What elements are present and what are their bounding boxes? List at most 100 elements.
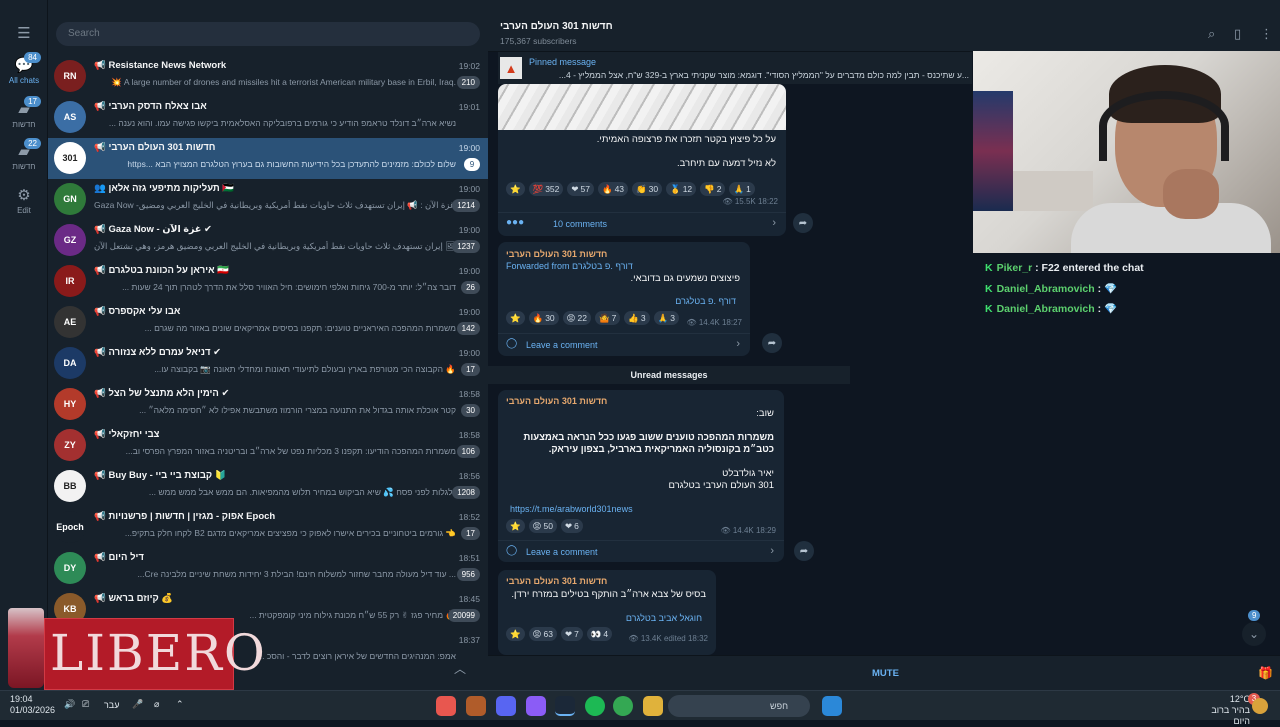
reaction-chip[interactable]: 👍 3 bbox=[624, 311, 650, 325]
signature-link[interactable]: דורף .פ בטלגרם bbox=[675, 296, 736, 306]
message-bubble[interactable]: חדשות 301 העולם הערבי Forwarded from דור… bbox=[498, 242, 750, 356]
reaction-chip[interactable]: ⭐ bbox=[506, 519, 525, 533]
chat-item[interactable]: ZY 📢 צבי יחזקאלי 18:58 משמרות המהפכה הודיעו… bbox=[48, 425, 488, 466]
message-link[interactable]: https://t.me/arabworld301news bbox=[510, 504, 633, 514]
language-indicator[interactable]: עבר bbox=[104, 700, 119, 710]
chat-item[interactable]: DY 📢 דיל היום 18:51 ...Cre עוד דיל מעולה מח… bbox=[48, 548, 488, 589]
chat-item[interactable]: GZ 📢 Gaza Now - غزة الآن ✔ 19:00 🖼 إيران تس… bbox=[48, 220, 488, 261]
chat-item[interactable]: BB 📢 Buy Buy - קבוצת ביי ביי 🔰 18:56 גלגלות… bbox=[48, 466, 488, 507]
message-bubble[interactable]: חדשות 301 העולם הערבי שוב: משמרות המהפכה… bbox=[498, 390, 784, 562]
reaction-chip[interactable]: 👀 4 bbox=[586, 627, 613, 641]
chrome-icon[interactable] bbox=[613, 696, 633, 716]
comment-icon: ◯ bbox=[506, 338, 518, 349]
chat-item[interactable]: GN 👥 תעליקות מתיפעי גזה אלאן 🇵🇸 19:00 Gaza … bbox=[48, 179, 488, 220]
file-explorer-icon[interactable] bbox=[643, 696, 663, 716]
clock[interactable]: 19:04 01/03/2026 bbox=[10, 694, 55, 716]
chat-item[interactable]: Epoch 📢 אפוק - מגזין | חדשות | פרשנויות E… bbox=[48, 507, 488, 548]
reaction-count: 7 bbox=[574, 629, 579, 639]
app-icon-purple[interactable] bbox=[526, 696, 546, 716]
stream-chat-line: K Piker_r : F22 entered the chat bbox=[985, 262, 1280, 282]
weather-widget[interactable]: 12°C בהיר ברוב היום bbox=[1194, 694, 1250, 727]
wall-poster-image bbox=[973, 91, 1013, 211]
search-input[interactable]: Search bbox=[56, 22, 480, 46]
message-bubble[interactable]: על כל פיצוץ בקטר תזכרו את פרצופה האמיתי.… bbox=[498, 84, 786, 236]
reaction-chip[interactable]: ⭐ bbox=[506, 311, 525, 325]
reaction-chip[interactable]: ⭐ bbox=[506, 627, 525, 641]
wifi-off-icon[interactable]: ⌀ bbox=[154, 699, 159, 710]
comments-bar[interactable]: ●●● 10 comments › bbox=[498, 212, 786, 234]
app-icon-orange[interactable] bbox=[466, 696, 486, 716]
windows-start-icon[interactable] bbox=[822, 696, 842, 716]
folder-edit[interactable]: ⚙ Edit bbox=[0, 186, 48, 215]
reaction-chip[interactable]: ⭐ bbox=[506, 182, 525, 196]
forwarded-label[interactable]: Forwarded from דורף .פ בטלגרם bbox=[506, 261, 633, 271]
signature-link[interactable]: חוגאל אביב בטלגרם bbox=[626, 613, 702, 623]
reaction-chip[interactable]: 🔥 43 bbox=[597, 182, 629, 196]
spotify-icon[interactable] bbox=[585, 696, 605, 716]
reaction-count: 57 bbox=[580, 184, 590, 194]
chat-time: 18:58 bbox=[458, 389, 480, 399]
bottom-bar: MUTE 🎁 bbox=[488, 655, 1280, 690]
search-icon[interactable]: ⌕ bbox=[1208, 26, 1215, 42]
more-icon[interactable]: ⋮ bbox=[1260, 26, 1273, 42]
reaction-chip[interactable]: 👎 2 bbox=[700, 182, 726, 196]
chat-item[interactable]: AE 📢 אבו עלי אקספרס 19:00 משמרות המהפכה האי… bbox=[48, 302, 488, 343]
reaction-chip[interactable]: 🔥 30 bbox=[528, 311, 559, 325]
reaction-chip[interactable]: 😡 63 bbox=[528, 627, 557, 641]
chat-item[interactable]: IR 📢 איראן על הכוונת בטלגרם 🇮🇷 19:00 דובר צ… bbox=[48, 261, 488, 302]
unread-badge: 26 bbox=[461, 281, 480, 294]
chevron-right-icon: › bbox=[770, 545, 774, 557]
stream-chat-line: K Daniel_Abramovich : 💎 bbox=[985, 282, 1280, 302]
app-icon-red[interactable] bbox=[436, 696, 456, 716]
folder-news-2[interactable]: ▰ 22 חדשות bbox=[0, 138, 48, 171]
reaction-chip[interactable]: ❤ 7 bbox=[560, 627, 583, 641]
comments-bar[interactable]: ◯ Leave a comment › bbox=[498, 540, 784, 562]
chat-item[interactable]: RN 📢 Resistance News Network 19:02 💥 A larg… bbox=[48, 56, 488, 97]
speaker-icon[interactable]: 🔊 bbox=[64, 699, 75, 710]
chat-time: 19:00 bbox=[458, 225, 480, 235]
chat-time: 18:56 bbox=[458, 471, 480, 481]
gift-icon[interactable]: 🎁 bbox=[1258, 666, 1273, 680]
share-button[interactable]: ➦ bbox=[794, 541, 814, 561]
tray-expand-icon[interactable]: ⌃ bbox=[176, 699, 184, 710]
folder-all-chats[interactable]: 💬 84 All chats bbox=[0, 52, 48, 85]
message-bubble[interactable]: חדשות 301 העולם הערבי בסיס של צבא ארה״ב … bbox=[498, 570, 716, 655]
reaction-chip[interactable]: 💯 352 bbox=[528, 182, 564, 196]
reaction-chip[interactable]: 🥇 12 bbox=[666, 182, 697, 196]
chat-avatar: DA bbox=[54, 347, 86, 379]
reaction-chip[interactable]: 😡 22 bbox=[562, 311, 591, 325]
scroll-down-button[interactable]: ⌄ 9 bbox=[1242, 610, 1266, 646]
reaction-chip[interactable]: 😡 50 bbox=[528, 519, 557, 533]
chat-name: 📢 Resistance News Network bbox=[94, 60, 227, 71]
reaction-chip[interactable]: ❤ 6 bbox=[560, 519, 583, 533]
reaction-chip[interactable]: 🤷 7 bbox=[595, 311, 621, 325]
comments-bar[interactable]: ◯ Leave a comment › bbox=[498, 333, 750, 355]
chat-preview: ...Cre עוד דיל מעולה מחבר שחזור למשלוח ח… bbox=[137, 569, 456, 579]
chat-item[interactable]: HY 📢 הימין הלא מתנצל של הצל ✔ 18:58 קטר אוכ… bbox=[48, 384, 488, 425]
share-button[interactable]: ➦ bbox=[793, 213, 813, 233]
chat-name: 📢 אבו עלי אקספרס bbox=[94, 306, 181, 317]
discord-icon[interactable] bbox=[496, 696, 516, 716]
mute-button[interactable]: MUTE bbox=[872, 668, 899, 679]
chat-item[interactable]: 301 📢 חדשות 301 העולם הערבי 19:00 https... … bbox=[48, 138, 488, 179]
reactions: ⭐ 🔥 30 😡 22 🤷 7 👍 3 🙏 3 bbox=[506, 311, 679, 325]
reaction-chip[interactable]: 👏 30 bbox=[632, 182, 663, 196]
steam-icon[interactable] bbox=[555, 696, 575, 716]
reaction-chip[interactable]: 🙏 3 bbox=[653, 311, 679, 325]
sidebar-toggle-icon[interactable]: ▯ bbox=[1234, 26, 1241, 42]
mic-icon[interactable]: 🎤 bbox=[132, 699, 143, 710]
reaction-chip[interactable]: ❤ 57 bbox=[567, 182, 594, 196]
unread-badge: 106 bbox=[456, 445, 480, 458]
taskbar-search[interactable]: חפש bbox=[668, 695, 810, 717]
folder-news-1[interactable]: ▰ 17 חדשות bbox=[0, 96, 48, 129]
chat-item[interactable]: AS 📢 אבו צאלח הדסק הערבי 19:01 נשיא ארה״ב ד… bbox=[48, 97, 488, 138]
menu-icon[interactable]: ☰ bbox=[0, 24, 48, 44]
channel-header[interactable]: חדשות 301 העולם הערבי 175,367 subscriber… bbox=[488, 0, 1280, 52]
network-icon[interactable]: ⎚ bbox=[82, 699, 89, 710]
pinned-bar[interactable]: ▲ Pinned message ...ע שתיכנס - תבין למה … bbox=[498, 52, 972, 84]
share-button[interactable]: ➦ bbox=[762, 333, 782, 353]
chat-item[interactable]: DA 📢 דניאל עמרם ללא צנזורה ✔ 19:00 🔥 הקבוצה… bbox=[48, 343, 488, 384]
chat-time: 19:00 bbox=[458, 307, 480, 317]
scroll-up-button[interactable]: ︿ bbox=[454, 660, 466, 677]
reaction-chip[interactable]: 🙏 1 bbox=[729, 182, 755, 196]
